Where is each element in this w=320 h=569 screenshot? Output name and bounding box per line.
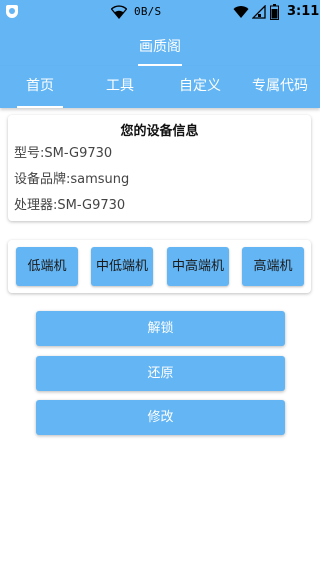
restore-button[interactable]: 还原 <box>36 356 285 391</box>
device-info-title: 您的设备信息 <box>120 124 199 139</box>
modify-button[interactable]: 修改 <box>36 400 285 435</box>
high-end-button[interactable]: 高端机 <box>242 247 304 286</box>
tab-home[interactable]: 首页 <box>0 66 80 108</box>
device-level-card: 低端机 中低端机 中高端机 高端机 <box>8 240 311 293</box>
mid-low-end-button[interactable]: 中低端机 <box>91 247 153 286</box>
status-bar: 0B/S 3:11 <box>0 0 320 24</box>
tab-tools-label: 工具 <box>106 78 134 94</box>
mid-high-end-button[interactable]: 中高端机 <box>167 247 229 286</box>
device-brand: 设备品牌:samsung <box>14 172 130 187</box>
device-model: 型号:SM-G9730 <box>14 146 113 161</box>
tab-tools[interactable]: 工具 <box>80 66 160 108</box>
cell-signal-icon <box>252 5 266 19</box>
app-notification-icon <box>6 5 19 19</box>
tab-exclusive-code-label: 专属代码 <box>252 78 308 94</box>
app-title: 画质阁 <box>139 39 181 55</box>
tab-bar: 首页 工具 自定义 专属代码 <box>0 66 320 108</box>
battery-icon <box>270 4 279 20</box>
tab-exclusive-code[interactable]: 专属代码 <box>240 66 320 108</box>
unlock-button[interactable]: 解锁 <box>36 311 285 346</box>
wifi-signal-icon <box>233 6 249 19</box>
low-end-button[interactable]: 低端机 <box>16 247 78 286</box>
tab-custom-label: 自定义 <box>179 78 221 94</box>
device-info-card: 您的设备信息 型号:SM-G9730 设备品牌:samsung 处理器:SM-G… <box>8 115 311 221</box>
app-header: 画质阁 <box>0 24 320 66</box>
tab-home-label: 首页 <box>26 78 54 94</box>
wifi-icon <box>111 5 127 19</box>
tab-active-indicator <box>17 106 63 108</box>
clock-time: 3:11 <box>287 4 320 19</box>
tab-custom[interactable]: 自定义 <box>160 66 240 108</box>
network-speed: 0B/S <box>134 5 162 18</box>
device-processor: 处理器:SM-G9730 <box>14 198 126 213</box>
